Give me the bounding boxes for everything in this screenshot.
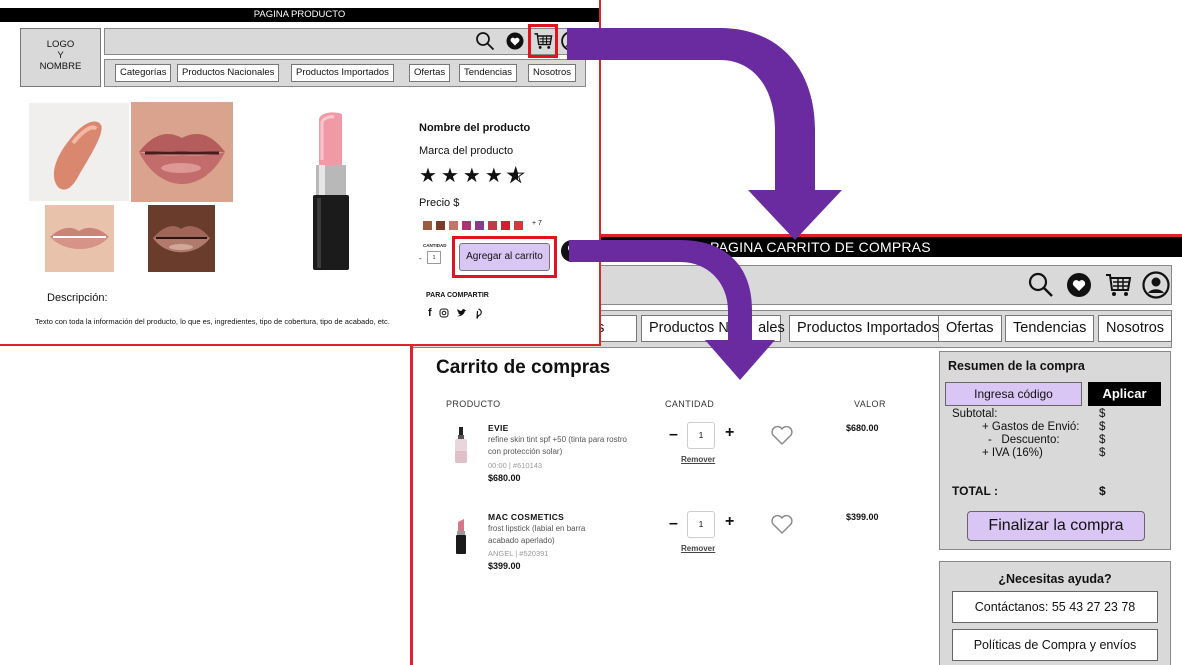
arrow-to-cart-page	[567, 28, 842, 240]
arrow-to-cart-items	[569, 240, 775, 380]
flow-arrows	[567, 28, 842, 380]
